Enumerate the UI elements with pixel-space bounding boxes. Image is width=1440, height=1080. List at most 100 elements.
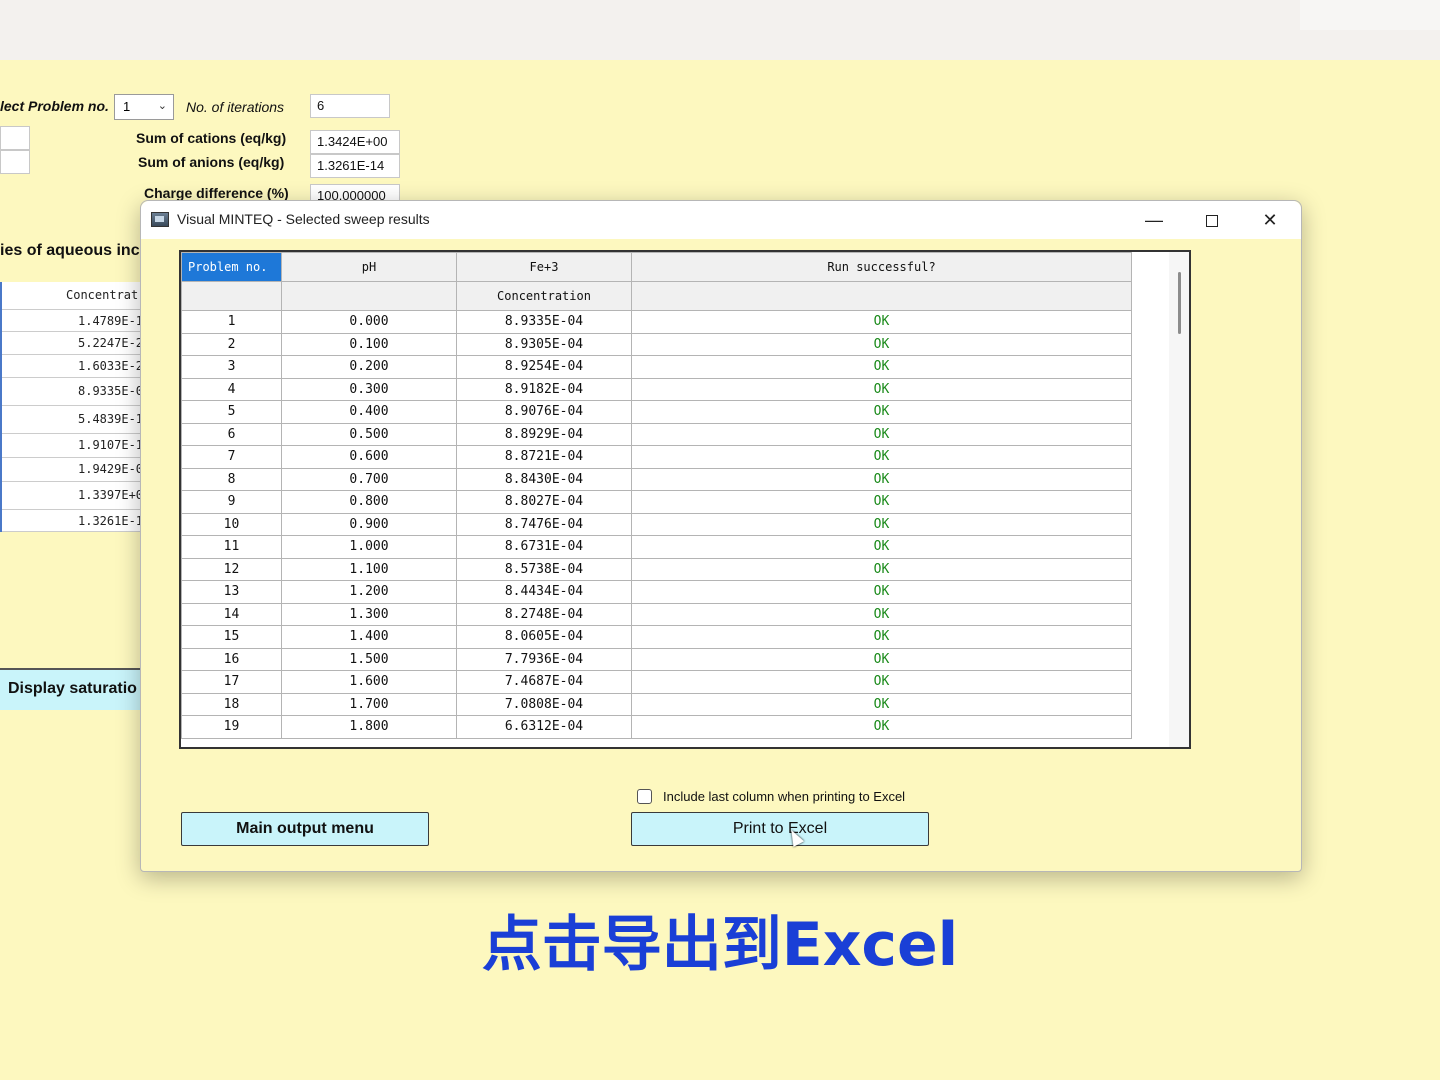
cell-run-status: OK xyxy=(631,332,1132,356)
cell-run-status: OK xyxy=(631,377,1132,401)
cell-run-status: OK xyxy=(631,557,1132,581)
table-row[interactable]: 6 0.500 8.8929E-04 OK xyxy=(181,422,1132,446)
cell-problem-no: 5 xyxy=(181,400,282,424)
column-header-ph[interactable]: pH xyxy=(281,252,457,282)
cell-run-status: OK xyxy=(631,310,1132,334)
cell-fe3-concentration: 8.7476E-04 xyxy=(456,512,632,536)
cell-fe3-concentration: 8.9305E-04 xyxy=(456,332,632,356)
table-row[interactable]: 8 0.700 8.8430E-04 OK xyxy=(181,467,1132,491)
left-field-1[interactable] xyxy=(0,126,30,150)
cell-fe3-concentration: 8.6731E-04 xyxy=(456,535,632,559)
table-row: 1.6033E-2 xyxy=(2,355,142,378)
cell-ph: 0.900 xyxy=(281,512,457,536)
cell-run-status: OK xyxy=(631,580,1132,604)
main-output-menu-button[interactable]: Main output menu xyxy=(181,812,429,846)
vertical-scrollbar[interactable] xyxy=(1169,252,1189,747)
subheader-cell xyxy=(181,281,282,311)
table-row[interactable]: 7 0.600 8.8721E-04 OK xyxy=(181,445,1132,469)
cell-problem-no: 12 xyxy=(181,557,282,581)
minimize-icon: — xyxy=(1145,210,1163,230)
table-row[interactable]: 18 1.700 7.0808E-04 OK xyxy=(181,692,1132,716)
scrollbar-thumb[interactable] xyxy=(1178,272,1181,334)
sum-cations-label: Sum of cations (eq/kg) xyxy=(136,130,287,146)
table-row[interactable]: 1 0.000 8.9335E-04 OK xyxy=(181,310,1132,334)
table-row[interactable]: 4 0.300 8.9182E-04 OK xyxy=(181,377,1132,401)
sweep-results-dialog: Visual MINTEQ - Selected sweep results —… xyxy=(140,200,1302,872)
table-row[interactable]: 9 0.800 8.8027E-04 OK xyxy=(181,490,1132,514)
table-row[interactable]: 17 1.600 7.4687E-04 OK xyxy=(181,670,1132,694)
cell-ph: 0.100 xyxy=(281,332,457,356)
cell-fe3-concentration: 8.5738E-04 xyxy=(456,557,632,581)
left-field-2[interactable] xyxy=(0,150,30,174)
iterations-field[interactable]: 6 xyxy=(310,94,390,118)
cell-run-status: OK xyxy=(631,355,1132,379)
table-row[interactable]: 14 1.300 8.2748E-04 OK xyxy=(181,602,1132,626)
cell-ph: 0.300 xyxy=(281,377,457,401)
problem-select[interactable]: 1 ⌄ xyxy=(114,94,174,120)
table-row[interactable]: 12 1.100 8.5738E-04 OK xyxy=(181,557,1132,581)
column-header-fe3[interactable]: Fe+3 xyxy=(456,252,632,282)
cell-problem-no: 13 xyxy=(181,580,282,604)
table-row[interactable]: 16 1.500 7.7936E-04 OK xyxy=(181,647,1132,671)
cell-run-status: OK xyxy=(631,467,1132,491)
table-row[interactable]: 3 0.200 8.9254E-04 OK xyxy=(181,355,1132,379)
cell-problem-no: 18 xyxy=(181,692,282,716)
cell-fe3-concentration: 7.0808E-04 xyxy=(456,692,632,716)
table-row: 8.9335E-0 xyxy=(2,378,142,406)
table-row[interactable]: 2 0.100 8.9305E-04 OK xyxy=(181,332,1132,356)
table-row[interactable]: 5 0.400 8.9076E-04 OK xyxy=(181,400,1132,424)
include-last-column-label: Include last column when printing to Exc… xyxy=(663,789,906,804)
column-header-problem-no[interactable]: Problem no. xyxy=(181,252,282,282)
cell-problem-no: 6 xyxy=(181,422,282,446)
subheader-row: Concentration xyxy=(181,281,1132,311)
results-grid[interactable]: Problem no. pH Fe+3 Run successful? Conc… xyxy=(179,250,1191,749)
cell-ph: 1.600 xyxy=(281,670,457,694)
cell-run-status: OK xyxy=(631,422,1132,446)
minimize-button[interactable]: — xyxy=(1125,201,1183,239)
cell-problem-no: 16 xyxy=(181,647,282,671)
subheader-cell xyxy=(281,281,457,311)
cell-problem-no: 2 xyxy=(181,332,282,356)
cell-ph: 0.600 xyxy=(281,445,457,469)
cell-fe3-concentration: 8.8721E-04 xyxy=(456,445,632,469)
cell-run-status: OK xyxy=(631,692,1132,716)
cell-fe3-concentration: 8.0605E-04 xyxy=(456,625,632,649)
cell-ph: 0.200 xyxy=(281,355,457,379)
cell-problem-no: 19 xyxy=(181,715,282,739)
title-bar: Visual MINTEQ - Selected sweep results —… xyxy=(141,201,1301,239)
include-last-column-checkbox[interactable] xyxy=(637,789,652,804)
table-row[interactable]: 10 0.900 8.7476E-04 OK xyxy=(181,512,1132,536)
cell-fe3-concentration: 8.8929E-04 xyxy=(456,422,632,446)
cell-ph: 1.000 xyxy=(281,535,457,559)
cell-fe3-concentration: 8.8027E-04 xyxy=(456,490,632,514)
cell-run-status: OK xyxy=(631,535,1132,559)
dialog-title: Visual MINTEQ - Selected sweep results xyxy=(177,211,430,227)
close-icon: ✕ xyxy=(1262,210,1278,230)
table-row[interactable]: 13 1.200 8.4434E-04 OK xyxy=(181,580,1132,604)
subheader-cell xyxy=(631,281,1132,311)
table-row[interactable]: 11 1.000 8.6731E-04 OK xyxy=(181,535,1132,559)
display-saturation-button[interactable]: Display saturatio xyxy=(0,668,140,710)
cell-run-status: OK xyxy=(631,670,1132,694)
cell-ph: 1.800 xyxy=(281,715,457,739)
chevron-down-icon: ⌄ xyxy=(157,100,167,112)
table-row[interactable]: 19 1.800 6.6312E-04 OK xyxy=(181,715,1132,739)
charge-difference-label: Charge difference (%) xyxy=(144,185,289,201)
table-row[interactable]: 15 1.400 8.0605E-04 OK xyxy=(181,625,1132,649)
cell-fe3-concentration: 8.9076E-04 xyxy=(456,400,632,424)
top-strip xyxy=(0,0,1440,60)
table-row: 1.3261E-1 xyxy=(2,510,142,532)
sum-anions-field[interactable]: 1.3261E-14 xyxy=(310,154,400,178)
cell-fe3-concentration: 8.8430E-04 xyxy=(456,467,632,491)
sum-cations-field[interactable]: 1.3424E+00 xyxy=(310,130,400,154)
column-header-run-successful[interactable]: Run successful? xyxy=(631,252,1132,282)
cell-ph: 1.500 xyxy=(281,647,457,671)
app-icon xyxy=(151,212,169,227)
close-button[interactable]: ✕ xyxy=(1241,201,1299,239)
maximize-button[interactable] xyxy=(1183,201,1241,239)
cell-problem-no: 14 xyxy=(181,602,282,626)
cell-fe3-concentration: 8.2748E-04 xyxy=(456,602,632,626)
print-to-excel-button[interactable]: Print to Excel xyxy=(631,812,929,846)
cell-problem-no: 3 xyxy=(181,355,282,379)
cell-ph: 0.700 xyxy=(281,467,457,491)
